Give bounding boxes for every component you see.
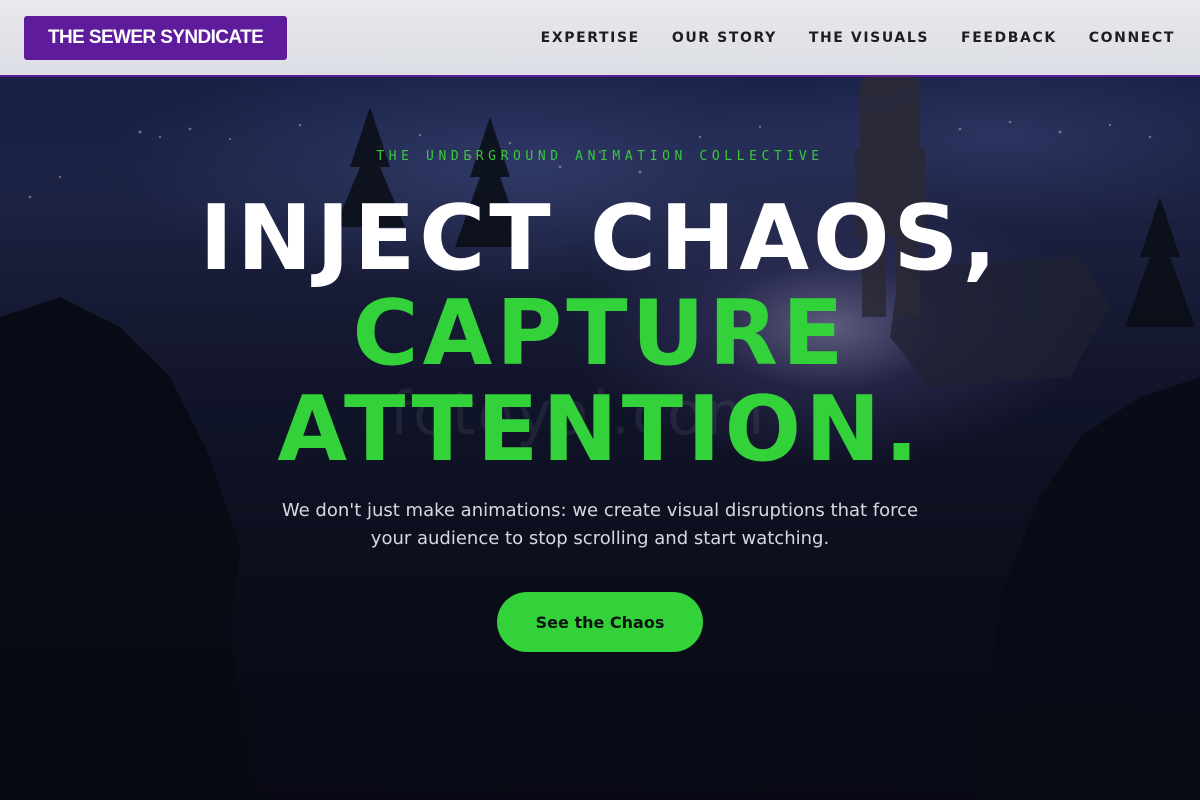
hero-content: fotoyal.com THE UNDERGROUND ANIMATION CO… [0, 77, 1200, 800]
nav-our-story[interactable]: OUR STORY [672, 30, 777, 46]
see-the-chaos-button[interactable]: See the Chaos [497, 592, 703, 652]
main-nav: EXPERTISE OUR STORY THE VISUALS FEEDBACK… [541, 30, 1176, 46]
nav-expertise[interactable]: EXPERTISE [541, 30, 640, 46]
headline-line-3: ATTENTION. [277, 377, 923, 482]
hero-subtext: We don't just make animations: we create… [281, 500, 919, 549]
hero-tagline: THE UNDERGROUND ANIMATION COLLECTIVE [376, 149, 824, 164]
nav-feedback[interactable]: FEEDBACK [961, 30, 1057, 46]
headline-line-2: CAPTURE [352, 281, 848, 386]
nav-the-visuals[interactable]: THE VISUALS [809, 30, 929, 46]
site-header: THE SEWER SYNDICATE EXPERTISE OUR STORY … [0, 0, 1200, 77]
logo[interactable]: THE SEWER SYNDICATE [24, 15, 288, 60]
nav-connect[interactable]: CONNECT [1089, 30, 1175, 46]
headline-line-1: INJECT CHAOS, [199, 186, 1001, 291]
